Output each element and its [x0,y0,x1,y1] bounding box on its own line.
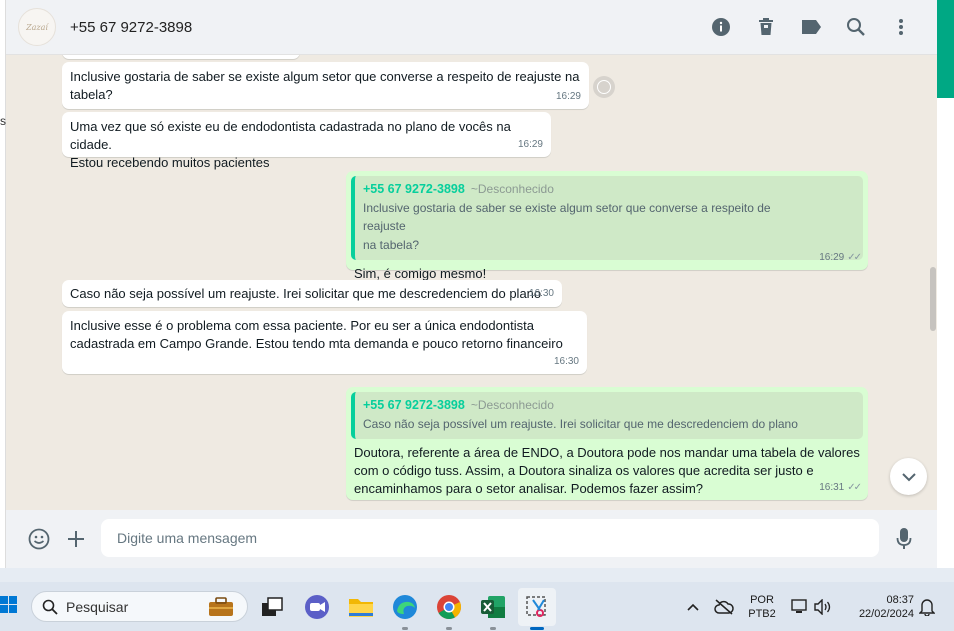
message-time-value: 16:29 [819,252,845,263]
message-text-line: cadastrada em Campo Grande. Estou tendo … [70,336,563,351]
label-icon[interactable] [788,7,833,47]
scroll-down-button[interactable] [890,458,927,495]
message-text: Doutora, referente a área de ENDO, a Dou… [346,439,868,503]
compose-bar [6,510,937,568]
quote-author-tag: ~Desconhecido [470,398,554,412]
window-accent-strip [937,0,954,98]
notification-bell-icon[interactable] [912,592,942,622]
chevron-down-icon [901,472,916,481]
avatar-logo-text: Zazaí [26,22,48,32]
chat-scrollbar[interactable] [930,267,936,331]
chrome-browser-icon[interactable] [434,592,464,630]
message-text-line: Uma vez que só existe eu de endodontista… [70,119,511,152]
snipping-tool-icon[interactable] [518,588,556,630]
trash-icon[interactable] [743,7,788,47]
chat-area[interactable]: Inclusive gostaria de saber se existe al… [6,55,937,510]
outgoing-message[interactable]: +55 67 9272-3898 ~Desconhecido Inclusive … [346,171,868,281]
quote-author: +55 67 9272-3898 [363,182,465,196]
windows-start-icon[interactable] [0,594,18,616]
running-indicator [530,627,544,630]
message-bubble-partial [62,55,300,59]
info-icon[interactable] [698,7,743,47]
cloud-offline-icon[interactable] [709,592,739,622]
window-edge-right [937,98,954,568]
language-code: POR [750,594,774,606]
quote-text-line: Inclusive gostaria de saber se existe al… [363,201,771,233]
edge-browser-icon[interactable] [390,592,420,630]
quoted-message[interactable]: +55 67 9272-3898 ~Desconhecido Caso não s… [351,392,863,439]
chevron-up-icon[interactable] [678,592,708,622]
message-time: 16:31 ✓✓ [819,479,862,497]
running-indicator [446,627,452,630]
keyboard-layout: PTB2 [748,608,776,620]
message-time-value: 16:31 [819,482,845,493]
incoming-message[interactable]: Inclusive esse é o problema com essa pac… [62,311,587,374]
incoming-message[interactable]: Uma vez que só existe eu de endodontista… [62,112,551,170]
video-call-app-icon[interactable] [302,592,332,622]
quote-text-line: Caso não seja possível um reajuste. Irei… [363,417,798,431]
incoming-message[interactable]: Caso não seja possível um reajuste. Irei… [62,280,562,307]
task-view-icon[interactable] [257,592,287,622]
message-time: 16:30 [528,288,554,299]
quote-author: +55 67 9272-3898 [363,398,465,412]
taskbar-search[interactable]: Pesquisar [31,591,248,622]
message-text-line: Inclusive esse é o problema com essa pac… [70,318,534,333]
message-text-line: com o código tuss. Assim, a Doutora sina… [354,463,814,478]
taskbar-search-label: Pesquisar [66,598,129,615]
message-time: 16:29 [555,91,581,102]
quote-text-line: na tabela? [363,238,420,252]
react-emoji-icon[interactable] [593,76,615,98]
message-text-line: encaminhamos para o setor analisar. Pode… [354,481,704,496]
outgoing-message[interactable]: +55 67 9272-3898 ~Desconhecido Caso não s… [346,387,868,500]
menu-icon[interactable] [878,7,923,47]
clock-time: 08:37 [886,594,914,606]
emoji-icon[interactable] [23,523,55,555]
volume-icon[interactable] [808,592,838,622]
file-explorer-icon[interactable] [346,592,376,622]
message-text-line: tabela? [70,87,113,102]
briefcase-icon [209,597,233,616]
read-ticks-icon: ✓✓ [847,252,862,263]
running-indicator [402,627,408,630]
search-icon [42,599,58,615]
message-text-line: Inclusive gostaria de saber se existe al… [70,69,580,84]
message-text-line: Caso não seja possível um reajuste. Irei… [70,286,542,301]
chat-header[interactable]: Zazaí +55 67 9272-3898 [6,0,937,55]
incoming-message[interactable]: Inclusive gostaria de saber se existe al… [62,62,589,109]
excel-icon[interactable] [478,592,508,630]
message-text-line: Doutora, referente a área de ENDO, a Dou… [354,445,860,460]
microphone-icon[interactable] [888,523,920,555]
system-clock[interactable]: 08:37 22/02/2024 [844,593,914,621]
header-actions [698,7,923,47]
message-input[interactable] [101,519,879,557]
clock-date: 22/02/2024 [858,608,914,620]
language-indicator[interactable]: POR PTB2 [744,593,780,621]
read-ticks-icon: ✓✓ [847,482,862,493]
message-time: 16:30 [553,356,579,367]
message-time: 16:29 ✓✓ [819,249,862,267]
message-time: 16:29 [517,139,543,150]
windows-taskbar: Pesquisar POR PTB2 08:37 22/02/2024 [0,582,954,631]
contact-name[interactable]: +55 67 9272-3898 [70,19,192,36]
search-icon[interactable] [833,7,878,47]
quoted-message[interactable]: +55 67 9272-3898 ~Desconhecido Inclusive … [351,176,863,260]
desktop-gap [0,568,954,582]
running-indicator [490,627,496,630]
avatar[interactable]: Zazaí [18,8,56,46]
message-text-line: Estou recebendo muitos pacientes [70,155,270,170]
attach-plus-icon[interactable] [60,523,92,555]
quote-author-tag: ~Desconhecido [470,182,554,196]
